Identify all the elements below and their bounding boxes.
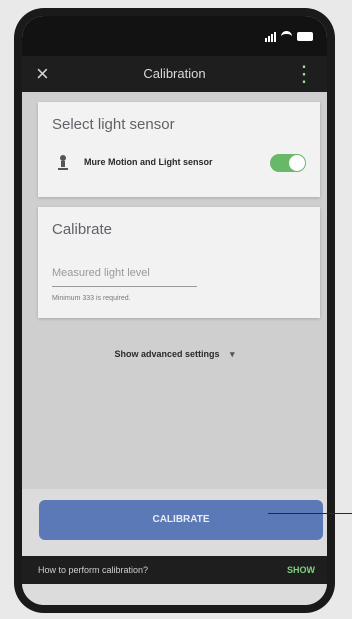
- signal-icon: [265, 31, 276, 42]
- light-level-input[interactable]: Measured light level: [52, 267, 150, 279]
- callout-line: [268, 513, 352, 514]
- advanced-settings-label: Show advanced settings: [114, 349, 220, 359]
- calibrate-title: Calibrate: [52, 221, 113, 238]
- input-underline: [52, 286, 197, 287]
- battery-icon: [297, 32, 313, 41]
- sensor-name: Mure Motion and Light sensor: [84, 157, 213, 167]
- light-level-helper-text: Minimum 333 is required.: [52, 295, 131, 302]
- status-icons: [265, 31, 313, 42]
- calibrate-button[interactable]: CALIBRATE: [39, 500, 323, 540]
- page-title: Calibration: [143, 66, 206, 81]
- sensor-icon: [58, 155, 68, 170]
- show-advanced-settings[interactable]: Show advanced settings ▾: [22, 349, 327, 360]
- chevron-down-icon: ▾: [230, 349, 235, 359]
- app-bar: × Calibration ⋮: [22, 56, 327, 92]
- toggle-knob: [289, 155, 305, 171]
- calibrate-card: Calibrate Measured light level Minimum 3…: [38, 207, 320, 318]
- main-content: Select light sensor Mure Motion and Ligh…: [22, 92, 327, 489]
- sensor-toggle[interactable]: [270, 154, 306, 172]
- show-button[interactable]: SHOW: [287, 565, 315, 575]
- select-sensor-card: Select light sensor Mure Motion and Ligh…: [38, 102, 320, 197]
- phone-frame: × Calibration ⋮ Select light sensor Mure…: [14, 8, 335, 613]
- more-options-icon[interactable]: ⋮: [293, 61, 315, 87]
- select-sensor-title: Select light sensor: [52, 116, 175, 133]
- app-screen: × Calibration ⋮ Select light sensor Mure…: [22, 16, 327, 605]
- bottom-help-bar: How to perform calibration? SHOW: [22, 556, 327, 584]
- wifi-icon: [281, 31, 292, 42]
- home-indicator-area: [22, 584, 327, 605]
- how-to-calibrate-text: How to perform calibration?: [38, 565, 149, 575]
- status-bar: [22, 16, 327, 56]
